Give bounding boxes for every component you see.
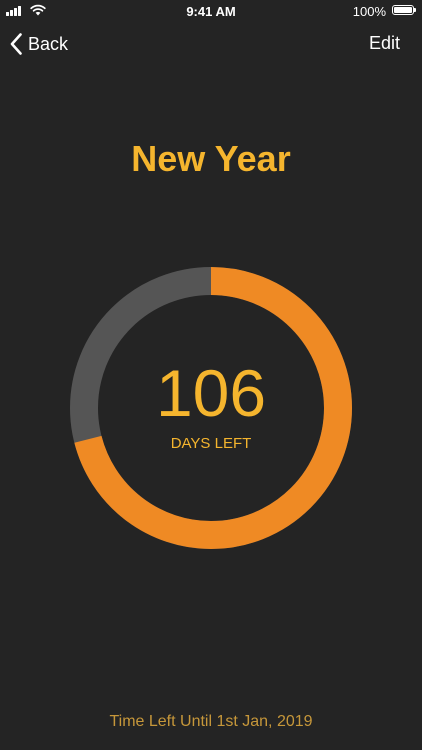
days-left-count: 106 bbox=[155, 356, 267, 430]
battery-icon bbox=[392, 5, 416, 15]
countdown-ring: 106 DAYS LEFT bbox=[69, 266, 353, 550]
status-bar: 9:41 AM 100% bbox=[0, 0, 422, 22]
battery-percent: 100% bbox=[352, 4, 386, 19]
back-button[interactable]: Back bbox=[10, 30, 68, 58]
back-button-label: Back bbox=[28, 33, 69, 54]
event-title: New Year bbox=[131, 138, 291, 179]
edit-button[interactable]: Edit bbox=[369, 33, 400, 54]
days-left-label: DAYS LEFT bbox=[170, 435, 252, 452]
chevron-left-icon bbox=[10, 33, 22, 55]
target-date-text: Time Left Until 1st Jan, 2019 bbox=[109, 713, 313, 730]
